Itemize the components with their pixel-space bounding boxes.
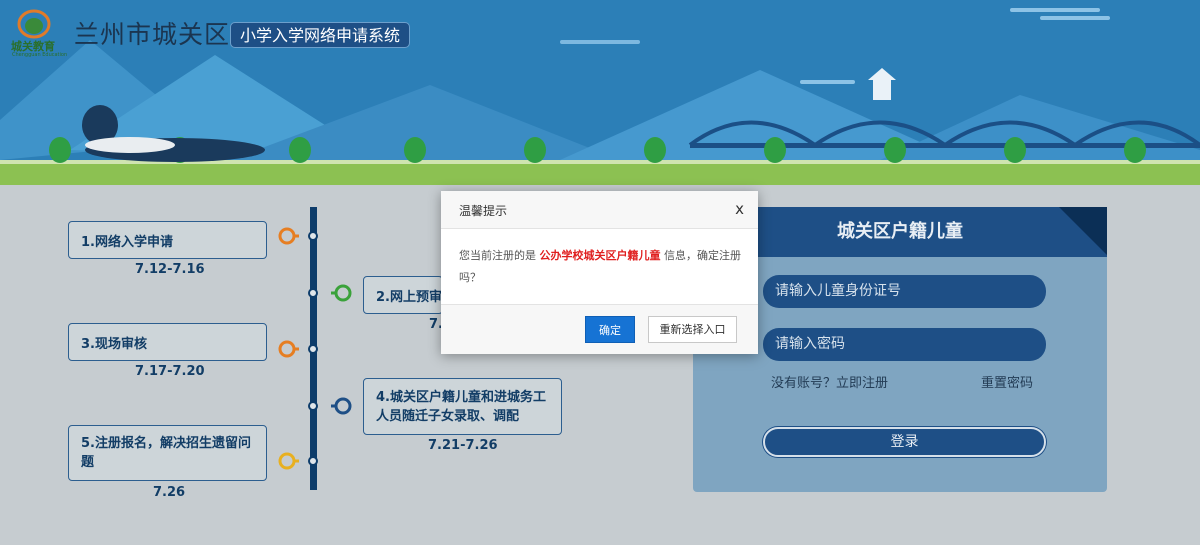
timeline-step-5-date: 7.26 [153, 485, 186, 500]
system-name-badge: 小学入学网络申请系统 [230, 22, 411, 48]
dialog-title: 温馨提示 [459, 204, 508, 218]
close-icon[interactable]: x [735, 200, 744, 218]
logo-subtext: Chengguan Education [12, 52, 68, 58]
timeline-dot [308, 288, 318, 298]
orange-pin-icon [278, 340, 299, 358]
register-link[interactable]: 没有账号？立即注册 [771, 372, 888, 391]
confirm-button[interactable]: 确定 [585, 316, 635, 343]
timeline-step-4-date: 7.21-7.26 [428, 438, 498, 453]
timeline-dot [308, 231, 318, 241]
timeline-step-3-date: 7.17-7.20 [135, 364, 205, 379]
id-number-input[interactable]: 请输入儿童身份证号 [763, 275, 1046, 308]
timeline-step-4: 4.城关区户籍儿童和进城务工人员随迁子女录取、调配 [363, 378, 562, 435]
timeline-dot [308, 344, 318, 354]
reselect-entry-button[interactable]: 重新选择入口 [648, 316, 737, 343]
message-prefix: 您当前注册的是 [459, 249, 536, 262]
login-corner-decoration [1059, 207, 1107, 255]
timeline-dot [308, 401, 318, 411]
orange-pin-icon [278, 227, 299, 245]
timeline-dot [308, 456, 318, 466]
timeline-step-1-date: 7.12-7.16 [135, 262, 205, 277]
green-pin-icon [331, 284, 352, 302]
login-button[interactable]: 登录 [763, 427, 1046, 457]
city-title: 兰州市城关区 [74, 20, 231, 49]
header-banner: 城关教育 Chengguan Education 兰州市城关区 小学入学网络申请… [0, 0, 1200, 185]
reset-password-link[interactable]: 重置密码 [981, 372, 1033, 391]
dialog-header: 温馨提示 x [441, 191, 758, 229]
dialog-message: 您当前注册的是 公办学校城关区户籍儿童 信息，确定注册吗？ [459, 245, 744, 289]
dialog-footer: 确定 重新选择入口 [441, 304, 758, 354]
navy-pin-icon [331, 397, 352, 415]
timeline-step-5: 5.注册报名，解决招生遗留问题 [68, 425, 267, 481]
confirm-dialog: 温馨提示 x 您当前注册的是 公办学校城关区户籍儿童 信息，确定注册吗？ 确定 … [441, 191, 758, 354]
message-highlight: 公办学校城关区户籍儿童 [539, 249, 661, 262]
timeline-step-2: 2.网上预审 [363, 276, 443, 314]
timeline-step-1: 1.网络入学申请 [68, 221, 267, 259]
timeline-step-3: 3.现场审核 [68, 323, 267, 361]
yellow-pin-icon [278, 452, 299, 470]
password-input[interactable]: 请输入密码 [763, 328, 1046, 361]
